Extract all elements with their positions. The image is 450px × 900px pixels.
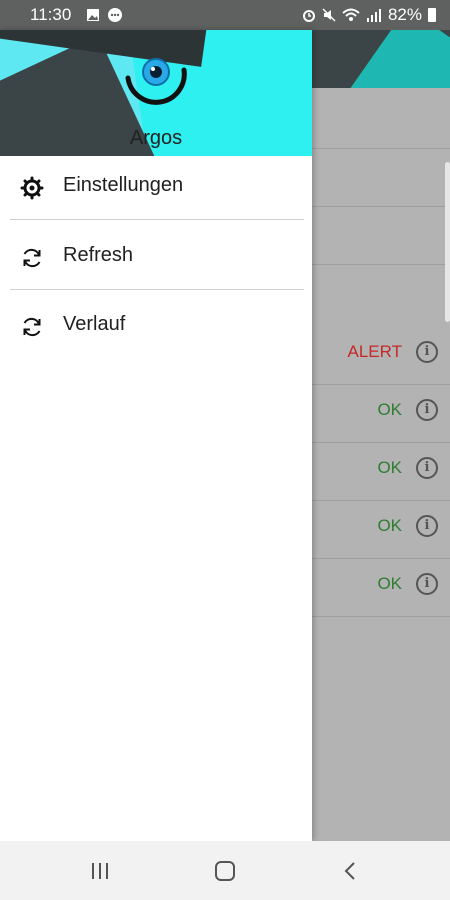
menu-item-refresh[interactable]: Refresh — [0, 226, 312, 286]
back-icon[interactable] — [337, 857, 365, 885]
status-label: OK — [377, 574, 402, 593]
menu-item-einstellungen[interactable]: Einstellungen — [0, 156, 312, 216]
home-icon[interactable] — [211, 857, 239, 885]
app-logo — [125, 58, 187, 105]
background-header — [312, 30, 450, 88]
battery-percent: 82% — [387, 5, 422, 24]
status-label: OK — [377, 400, 402, 419]
list-item[interactable]: OK i — [312, 558, 450, 616]
navigation-drawer: Argos Einstellungen Refresh Verlauf — [0, 30, 312, 841]
menu-item-label: Verlauf — [63, 313, 126, 335]
history-icon — [23, 317, 41, 337]
menu-item-verlauf[interactable]: Verlauf — [0, 295, 312, 355]
status-bar: 11:30 82% — [0, 0, 450, 30]
info-icon[interactable]: i — [416, 457, 438, 479]
status-label: OK — [377, 458, 402, 477]
info-icon[interactable]: i — [416, 573, 438, 595]
info-icon[interactable]: i — [416, 341, 438, 363]
navigation-bar — [0, 841, 450, 900]
status-label: OK — [377, 516, 402, 535]
list-item[interactable]: OK i — [312, 442, 450, 500]
mute-icon — [322, 8, 336, 22]
status-time: 11:30 — [30, 5, 72, 24]
menu-item-label: Refresh — [63, 244, 134, 266]
menu-item-label: Einstellungen — [63, 174, 184, 196]
alarm-icon — [302, 10, 315, 22]
list-item[interactable]: OK i — [312, 500, 450, 558]
recent-apps-icon[interactable] — [86, 857, 114, 885]
more-icon — [108, 8, 122, 22]
info-icon[interactable]: i — [416, 399, 438, 421]
list-item[interactable]: OK i — [312, 384, 450, 442]
scrollbar[interactable] — [445, 162, 450, 322]
gear-icon — [20, 176, 44, 200]
image-icon — [87, 9, 99, 21]
status-label: ALERT — [347, 342, 403, 361]
battery-icon — [428, 8, 436, 22]
signal-icon — [366, 9, 381, 22]
wifi-icon — [342, 8, 360, 21]
list-item[interactable]: ALERT i — [312, 326, 450, 384]
divider — [10, 289, 304, 290]
divider — [10, 219, 304, 220]
refresh-icon — [23, 248, 41, 268]
info-icon[interactable]: i — [416, 515, 438, 537]
app-name: Argos — [129, 127, 183, 149]
background-app: ALERT i OK i OK i OK i OK i — [312, 30, 450, 841]
drawer-header: Argos — [0, 30, 312, 156]
